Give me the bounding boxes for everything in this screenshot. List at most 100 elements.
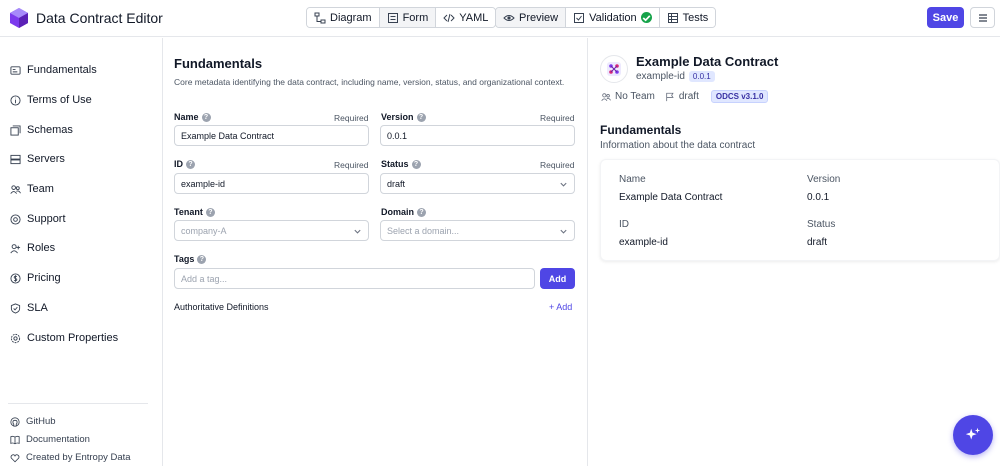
info-icon (10, 94, 21, 106)
sidebar-item-pricing[interactable]: Pricing (10, 270, 61, 286)
status-text: draft (678, 91, 699, 102)
validation-label: Validation (589, 11, 637, 24)
validation-icon (574, 12, 585, 23)
flag-icon (666, 92, 674, 101)
yaml-view-button[interactable]: YAML (436, 8, 496, 27)
book-icon (10, 435, 20, 444)
field-key: Status (807, 219, 836, 230)
app-logo-icon (8, 7, 30, 29)
tag-input[interactable]: Add a tag... (174, 268, 535, 289)
tests-label: Tests (682, 11, 709, 24)
contract-title: Example Data Contract (636, 54, 779, 69)
preview-section-description: Information about the data contract (600, 140, 756, 151)
sidebar-item-fundamentals[interactable]: Fundamentals (10, 62, 97, 78)
team-icon (601, 92, 611, 101)
authoritative-definitions-label: Authoritative Definitions (174, 302, 269, 312)
ai-assistant-button[interactable] (953, 415, 993, 455)
tenant-select[interactable]: company-A (174, 220, 369, 241)
validation-button[interactable]: Validation (566, 8, 660, 27)
tenant-label-text: Tenant (174, 207, 203, 217)
sidebar-item-sla[interactable]: SLA (10, 300, 48, 316)
schemas-icon (10, 124, 21, 136)
chevron-down-icon (354, 229, 361, 234)
help-icon[interactable]: ? (197, 254, 207, 264)
form-view-button[interactable]: Form (379, 8, 437, 27)
tags-label-text: Tags (174, 254, 195, 264)
status-label: Status ? (381, 159, 421, 169)
sidebar-item-team[interactable]: Team (10, 181, 54, 197)
add-tag-button[interactable]: Add (540, 268, 575, 289)
preview-label: Preview (519, 11, 559, 24)
sidebar-item-label: SLA (27, 302, 48, 314)
shield-icon (10, 302, 21, 314)
field-key: Name (619, 174, 646, 185)
sidebar-item-label: Terms of Use (27, 94, 92, 106)
name-label: Name ? (174, 112, 211, 122)
team-icon (10, 184, 21, 194)
tests-icon (667, 12, 678, 23)
preview-section-title: Fundamentals (600, 123, 682, 137)
sidebar-item-custom-properties[interactable]: Custom Properties (10, 330, 118, 346)
created-by-link[interactable]: Created by Entropy Data (10, 452, 131, 463)
sidebar-item-schemas[interactable]: Schemas (10, 122, 73, 138)
documentation-label: Documentation (26, 434, 90, 445)
sidebar-item-roles[interactable]: Roles (10, 240, 55, 256)
version-input[interactable]: 0.0.1 (380, 125, 575, 146)
domain-select[interactable]: Select a domain... (380, 220, 575, 241)
roles-icon (10, 243, 21, 253)
tests-button[interactable]: Tests (659, 8, 716, 27)
contract-id-row: example-id 0.0.1 (636, 71, 715, 82)
sidebar-item-support[interactable]: Support (10, 211, 66, 227)
menu-button[interactable] (970, 7, 995, 28)
form-icon (387, 12, 398, 23)
gear-icon (10, 333, 21, 343)
created-by-label: Created by Entropy Data (26, 452, 131, 463)
help-icon[interactable]: ? (186, 159, 195, 169)
form-pane: Fundamentals Core metadata identifying t… (163, 38, 587, 466)
help-icon[interactable]: ? (411, 159, 421, 169)
tenant-placeholder: company-A (181, 225, 227, 236)
id-card-icon (10, 65, 21, 75)
server-icon (10, 154, 21, 164)
contract-logo-icon (600, 55, 628, 83)
sidebar-item-label: Team (27, 183, 54, 195)
yaml-view-label: YAML (459, 11, 489, 24)
diagram-view-label: Diagram (330, 11, 372, 24)
status-label-text: Status (381, 159, 409, 169)
support-icon (10, 213, 21, 225)
required-indicator: Required (540, 160, 575, 170)
diagram-view-button[interactable]: Diagram (307, 8, 380, 27)
tags-label: Tags ? (174, 254, 207, 264)
github-link[interactable]: GitHub (10, 416, 56, 427)
name-label-text: Name (174, 112, 199, 122)
field-value: Example Data Contract (619, 192, 723, 203)
sidebar-item-label: Roles (27, 242, 56, 254)
status-select[interactable]: draft (380, 173, 575, 194)
heart-icon (10, 453, 20, 462)
eye-icon (503, 14, 515, 21)
sidebar-item-label: Custom Properties (27, 332, 119, 344)
domain-label: Domain ? (381, 207, 427, 217)
id-label: ID ? (174, 159, 195, 169)
preview-button[interactable]: Preview (496, 8, 567, 27)
help-icon[interactable]: ? (205, 207, 215, 217)
chevron-down-icon (560, 182, 567, 187)
add-authoritative-definition-link[interactable]: + Add (549, 302, 572, 312)
id-label-text: ID (174, 159, 183, 169)
save-button[interactable]: Save (927, 7, 964, 28)
standard-badge: ODCS v3.1.0 (710, 90, 769, 103)
documentation-link[interactable]: Documentation (10, 434, 90, 445)
required-indicator: Required (334, 113, 369, 123)
sidebar-item-terms-of-use[interactable]: Terms of Use (10, 92, 92, 108)
field-key: ID (619, 219, 629, 230)
preview-pane: Example Data Contract example-id 0.0.1 N… (587, 38, 1000, 466)
name-input[interactable]: Example Data Contract (174, 125, 369, 146)
help-icon[interactable]: ? (416, 112, 426, 122)
field-value: draft (807, 237, 828, 248)
id-input[interactable]: example-id (174, 173, 369, 194)
help-icon[interactable]: ? (201, 112, 211, 122)
help-icon[interactable]: ? (417, 207, 427, 217)
sidebar: Fundamentals Terms of Use Schemas Server… (0, 38, 163, 466)
check-circle-icon (640, 12, 652, 23)
sidebar-item-servers[interactable]: Servers (10, 151, 65, 167)
